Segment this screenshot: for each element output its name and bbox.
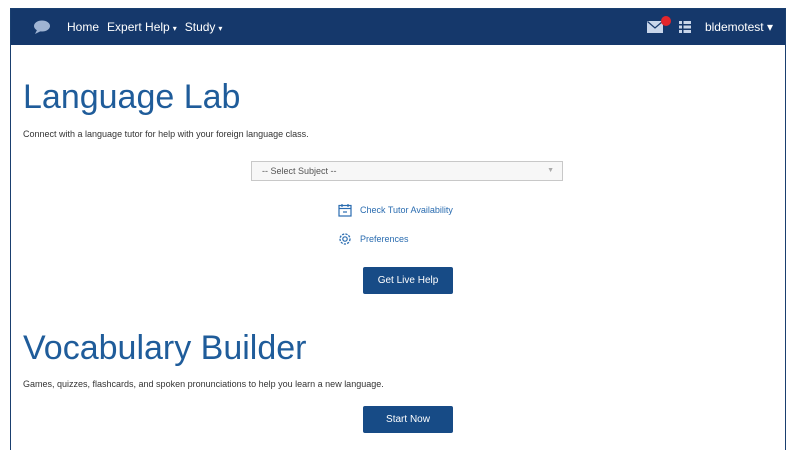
preferences-label: Preferences (360, 234, 409, 244)
nav-home-link[interactable]: Home (67, 20, 99, 34)
chat-bubble-logo-icon[interactable] (33, 19, 53, 35)
nav-expert-help-dropdown[interactable]: Expert Help ▾ (107, 20, 177, 34)
get-live-help-button[interactable]: Get Live Help (363, 267, 453, 294)
language-lab-description: Connect with a language tutor for help w… (23, 129, 309, 139)
subject-select[interactable]: -- Select Subject -- ▼ (251, 161, 563, 181)
check-tutor-availability-label: Check Tutor Availability (360, 205, 453, 215)
preferences-link[interactable]: Preferences (338, 232, 409, 246)
app-window: Home Expert Help ▾ Study ▾ bldemotest ▾ … (10, 8, 786, 450)
nav-expert-help-label: Expert Help (107, 20, 170, 34)
subject-select-value: -- Select Subject -- (262, 166, 337, 176)
user-menu-dropdown[interactable]: bldemotest ▾ (705, 20, 773, 34)
nav-left: Home Expert Help ▾ Study ▾ (33, 19, 230, 35)
chevron-down-icon: ▼ (547, 167, 554, 174)
calendar-icon (338, 203, 352, 217)
nav-study-dropdown[interactable]: Study ▾ (185, 20, 223, 34)
gear-icon (338, 232, 352, 246)
vocabulary-builder-description: Games, quizzes, flashcards, and spoken p… (23, 379, 384, 389)
top-navbar: Home Expert Help ▾ Study ▾ bldemotest ▾ (11, 9, 785, 45)
main-content: Language Lab Connect with a language tut… (11, 45, 785, 450)
mail-icon[interactable] (646, 16, 671, 34)
nav-study-label: Study (184, 20, 216, 34)
language-lab-title: Language Lab (23, 78, 241, 116)
start-now-button[interactable]: Start Now (363, 406, 453, 433)
chevron-down-icon: ▾ (218, 24, 223, 33)
grid-icon[interactable] (678, 21, 691, 33)
vocabulary-builder-title: Vocabulary Builder (23, 329, 307, 367)
chevron-down-icon: ▾ (172, 24, 177, 33)
check-tutor-availability-link[interactable]: Check Tutor Availability (338, 203, 453, 217)
nav-right: bldemotest ▾ (646, 9, 773, 45)
notification-badge (660, 16, 671, 26)
